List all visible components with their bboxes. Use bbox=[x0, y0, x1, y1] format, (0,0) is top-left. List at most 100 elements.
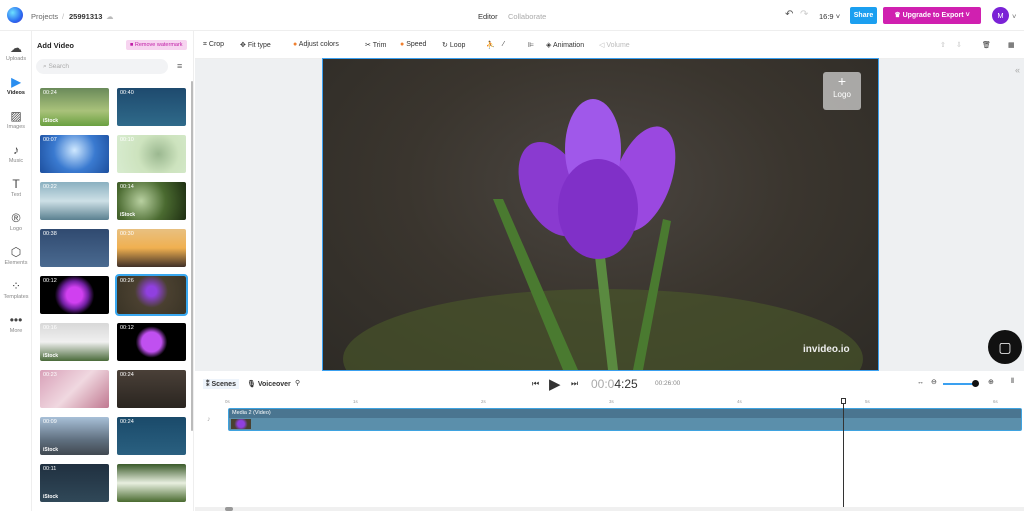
chat-support-button[interactable]: ▢ bbox=[988, 330, 1022, 364]
video-preview[interactable]: + Logo invideo.io bbox=[322, 58, 879, 371]
project-id[interactable]: 25991313 bbox=[69, 12, 102, 21]
align-icon[interactable]: ⊫ bbox=[528, 41, 534, 49]
loop-button[interactable]: ↻ Loop bbox=[442, 41, 465, 49]
sidebar-item-images[interactable]: ▨ Images bbox=[0, 109, 32, 130]
cloud-icon: ☁ bbox=[106, 12, 114, 21]
playhead-handle[interactable] bbox=[841, 398, 846, 404]
breadcrumb-projects[interactable]: Projects bbox=[31, 12, 58, 21]
video-thumbnail[interactable]: 00:26 bbox=[115, 274, 188, 316]
video-thumbnail[interactable]: 00:38 bbox=[40, 229, 109, 267]
video-thumbnail[interactable]: 00:23 bbox=[40, 370, 109, 408]
images-icon: ▨ bbox=[10, 109, 22, 123]
collapse-icon[interactable]: « bbox=[1015, 65, 1020, 75]
play-icon[interactable]: ▶ bbox=[549, 375, 561, 393]
zoom-slider-handle[interactable] bbox=[972, 380, 979, 387]
move-up-icon[interactable]: ⇧ bbox=[940, 41, 946, 49]
duration: 00:10 bbox=[120, 137, 134, 143]
tab-collaborate[interactable]: Collaborate bbox=[508, 12, 546, 21]
speed-button[interactable]: ● Speed bbox=[400, 41, 426, 48]
sidebar-item-text[interactable]: T Text bbox=[0, 177, 32, 198]
speed-label: Speed bbox=[406, 41, 427, 48]
scenes-button[interactable]: ⁑ Scenes bbox=[203, 379, 239, 389]
sidebar-item-templates[interactable]: ⁘ Templates bbox=[0, 279, 32, 300]
fit-type-button[interactable]: ✥ Fit type bbox=[240, 41, 271, 49]
skip-forward-icon[interactable]: ⏭ bbox=[571, 379, 578, 389]
playback-controls: ⁑ Scenes 🎙 Voiceover ⚲ ⏮ ▶ ⏭ 00:04:25 00… bbox=[195, 372, 1024, 398]
levels-icon[interactable]: ⫴ bbox=[1011, 378, 1014, 386]
video-thumbnail[interactable]: 00:09 iStock bbox=[40, 417, 109, 455]
remove-watermark-button[interactable]: ■ Remove watermark bbox=[126, 40, 187, 50]
voiceover-button[interactable]: 🎙 Voiceover bbox=[247, 380, 291, 388]
sidebar-item-music[interactable]: ♪ Music bbox=[0, 143, 32, 164]
grid-icon[interactable]: ▦ bbox=[1008, 41, 1015, 49]
scrollbar[interactable] bbox=[191, 81, 193, 431]
ruler-tick-label: 6s bbox=[993, 399, 998, 404]
tab-editor[interactable]: Editor bbox=[478, 12, 498, 21]
redo-icon[interactable]: ↷ bbox=[800, 9, 808, 20]
person-icon[interactable]: ⛹ bbox=[486, 41, 495, 49]
ruler-tick-label: 0s bbox=[225, 399, 230, 404]
audio-split-icon[interactable]: ⚲ bbox=[295, 379, 300, 387]
video-thumbnail[interactable] bbox=[117, 464, 186, 502]
fit-width-icon[interactable]: ↔ bbox=[917, 379, 924, 386]
sidebar-item-uploads[interactable]: ☁ Uploads bbox=[0, 41, 32, 62]
avatar[interactable]: M bbox=[992, 7, 1009, 24]
video-thumbnail[interactable]: 00:22 bbox=[40, 182, 109, 220]
sidebar-item-elements[interactable]: ⬡ Elements bbox=[0, 245, 32, 266]
video-thumbnail[interactable]: 00:12 bbox=[117, 323, 186, 361]
trim-button[interactable]: ✂ Trim bbox=[365, 41, 386, 49]
video-clip-track[interactable]: Media 2 (Video) bbox=[228, 408, 1022, 431]
share-button[interactable]: Share bbox=[850, 7, 877, 24]
video-thumbnail[interactable]: 00:30 bbox=[117, 229, 186, 267]
clip-thumbnail bbox=[231, 419, 251, 429]
move-down-icon[interactable]: ⇩ bbox=[956, 41, 962, 49]
duration: 00:09 bbox=[43, 419, 57, 425]
video-thumbnail[interactable]: 00:40 bbox=[117, 88, 186, 126]
crop-button[interactable]: ⌗ Crop bbox=[203, 41, 224, 49]
delete-icon[interactable]: 🗑 bbox=[982, 41, 991, 49]
video-thumbnail[interactable]: 00:24 bbox=[117, 370, 186, 408]
timeline-scrollbar[interactable] bbox=[195, 507, 1024, 511]
sidebar-item-label: Videos bbox=[7, 90, 25, 96]
zoom-slider[interactable] bbox=[943, 383, 975, 385]
scenes-label: Scenes bbox=[211, 381, 236, 388]
video-thumbnail[interactable]: 00:14 iStock bbox=[117, 182, 186, 220]
duration: 00:26 bbox=[120, 278, 134, 284]
add-logo-button[interactable]: + Logo bbox=[823, 72, 861, 110]
filter-icon[interactable]: ≡ bbox=[177, 61, 182, 71]
ruler-tick-label: 5s bbox=[865, 399, 870, 404]
video-thumbnail[interactable]: 00:24 iStock bbox=[40, 88, 109, 126]
sidebar-item-more[interactable]: ••• More bbox=[0, 313, 32, 334]
undo-icon[interactable]: ↶ bbox=[785, 9, 793, 20]
magic-wand-icon[interactable]: ⁄ bbox=[503, 41, 504, 48]
animation-button[interactable]: ◈ Animation bbox=[546, 41, 584, 49]
duration: 00:16 bbox=[43, 325, 57, 331]
video-thumbnail[interactable]: 00:16 iStock bbox=[40, 323, 109, 361]
trim-label: Trim bbox=[372, 42, 387, 49]
upgrade-export-button[interactable]: ♛ Upgrade to Export ˅ bbox=[883, 7, 981, 24]
zoom-out-icon[interactable]: ⊖ bbox=[931, 378, 937, 386]
aspect-ratio-select[interactable]: 16:9 ˅ bbox=[819, 12, 840, 21]
app-logo[interactable] bbox=[7, 7, 23, 23]
music-note-icon[interactable]: ♪ bbox=[207, 416, 211, 423]
volume-button[interactable]: ◁ Volume bbox=[599, 41, 630, 49]
sidebar-item-videos[interactable]: ▶ Videos bbox=[0, 75, 32, 96]
chevron-down-icon[interactable]: ˅ bbox=[1012, 12, 1016, 21]
skip-back-icon[interactable]: ⏮ bbox=[532, 379, 539, 389]
video-thumbnail[interactable]: 00:12 bbox=[40, 276, 109, 314]
crop-label: Crop bbox=[208, 41, 225, 48]
duration: 00:38 bbox=[43, 231, 57, 237]
istock-label: iStock bbox=[43, 494, 59, 500]
duration: 00:22 bbox=[43, 184, 57, 190]
sidebar-item-logo[interactable]: ® Logo bbox=[0, 211, 32, 232]
playhead[interactable] bbox=[843, 402, 844, 507]
search-input[interactable]: ⌕ Search bbox=[36, 59, 168, 74]
ruler-tick-label: 2s bbox=[481, 399, 486, 404]
video-thumbnail[interactable]: 00:10 bbox=[117, 135, 186, 173]
zoom-in-icon[interactable]: ⊕ bbox=[988, 378, 994, 386]
clip-label: Media 2 (Video) bbox=[229, 409, 1021, 418]
adjust-colors-button[interactable]: ● Adjust colors bbox=[293, 41, 339, 48]
video-thumbnail[interactable]: 00:07 bbox=[40, 135, 109, 173]
video-thumbnail[interactable]: 00:24 bbox=[117, 417, 186, 455]
video-thumbnail[interactable]: 00:11 iStock bbox=[40, 464, 109, 502]
